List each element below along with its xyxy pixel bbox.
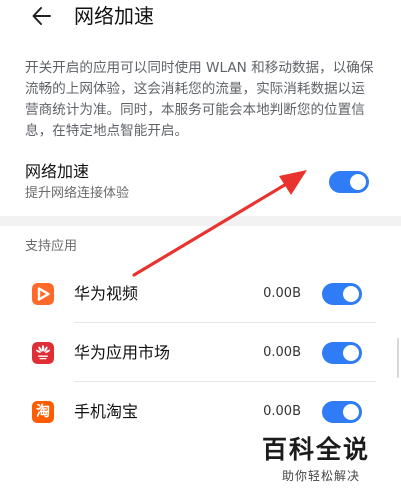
app-toggle-huawei-appgallery[interactable] [322, 342, 362, 364]
huawei-appgallery-icon [32, 342, 54, 364]
app-row-taobao[interactable]: 淘 手机淘宝 0.00B [0, 383, 401, 441]
arrow-left-icon [32, 7, 51, 25]
network-acceleration-toggle[interactable] [329, 171, 369, 193]
header-bar: 网络加速 [0, 0, 401, 34]
huawei-video-icon [32, 283, 54, 305]
app-name: 华为应用市场 [74, 343, 171, 362]
section-divider [0, 216, 401, 226]
app-row-huawei-appgallery[interactable]: 华为应用市场 0.00B [0, 324, 401, 382]
setting-title: 网络加速 [25, 162, 90, 181]
back-button[interactable] [30, 4, 54, 28]
watermark: 百科全说 助你轻松解决 [262, 434, 392, 494]
app-row-huawei-video[interactable]: 华为视频 0.00B [0, 265, 401, 323]
setting-subtitle: 提升网络连接体验 [25, 186, 130, 201]
row-divider [74, 322, 376, 323]
toggle-knob [343, 286, 359, 302]
scroll-edge-indicator [397, 338, 399, 378]
page-title: 网络加速 [74, 4, 154, 28]
description-text: 开关开启的应用可以同时使用 WLAN 和移动数据，以确保流畅的上网体验，这会消耗… [25, 60, 374, 139]
app-data-usage: 0.00B [263, 404, 301, 419]
network-acceleration-setting[interactable]: 网络加速 提升网络连接体验 [0, 155, 401, 210]
row-divider [74, 381, 376, 382]
app-name: 华为视频 [74, 284, 139, 303]
app-data-usage: 0.00B [263, 286, 301, 301]
section-header: 支持应用 [25, 239, 78, 254]
app-name: 手机淘宝 [74, 402, 139, 421]
taobao-icon-glyph: 淘 [36, 404, 50, 420]
toggle-knob [343, 404, 359, 420]
app-data-usage: 0.00B [263, 345, 301, 360]
toggle-knob [350, 174, 366, 190]
watermark-logo: 百科全说 [262, 435, 371, 464]
taobao-icon: 淘 [32, 401, 54, 423]
watermark-subtitle: 助你轻松解决 [282, 469, 361, 483]
app-toggle-taobao[interactable] [322, 401, 362, 423]
toggle-knob [343, 345, 359, 361]
app-toggle-huawei-video[interactable] [322, 283, 362, 305]
